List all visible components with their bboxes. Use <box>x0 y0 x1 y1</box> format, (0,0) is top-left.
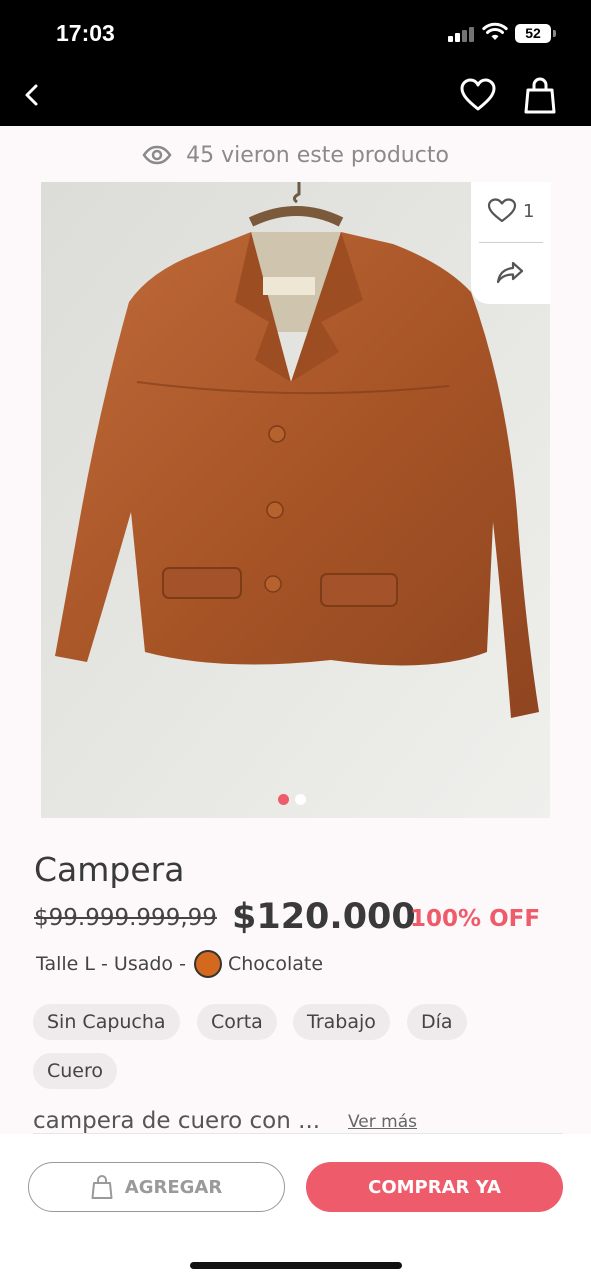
battery-indicator: 52 <box>515 24 551 43</box>
product-details: Talle L - Usado - Chocolate <box>36 950 323 978</box>
side-divider <box>479 242 543 243</box>
tag-cuero[interactable]: Cuero <box>33 1053 118 1089</box>
tag-corta[interactable]: Corta <box>197 1004 277 1040</box>
product-description: campera de cuero con ... <box>33 1108 321 1134</box>
tag-trabajo[interactable]: Trabajo <box>293 1004 390 1040</box>
eye-icon <box>142 145 172 165</box>
battery-tip <box>553 30 556 37</box>
current-price: $120.000 <box>232 897 416 937</box>
image-actions-panel: 1 <box>471 182 551 304</box>
see-more-link[interactable]: Ver más <box>348 1112 417 1132</box>
product-title: Campera <box>34 850 185 889</box>
heart-outline-icon <box>487 198 517 223</box>
tag-dia[interactable]: Día <box>407 1004 467 1040</box>
home-indicator <box>190 1262 402 1269</box>
heart-icon[interactable] <box>460 78 496 112</box>
add-to-cart-button[interactable]: AGREGAR <box>28 1162 285 1212</box>
wifi-icon <box>482 22 508 40</box>
buy-now-button[interactable]: COMPRAR YA <box>306 1162 563 1212</box>
status-time: 17:03 <box>56 20 115 46</box>
buy-now-label: COMPRAR YA <box>368 1176 501 1198</box>
top-bar: 17:03 52 <box>0 0 591 126</box>
shopping-bag-icon[interactable] <box>524 76 556 114</box>
color-name: Chocolate <box>227 953 324 975</box>
discount-badge: 100% OFF <box>410 906 541 932</box>
signal-icon <box>448 26 476 42</box>
viewers-counter: 45 vieron este producto <box>0 138 591 172</box>
viewers-text: 45 vieron este producto <box>186 142 449 168</box>
chevron-left-icon[interactable] <box>18 80 46 110</box>
original-price: $99.999.999,99 <box>34 905 217 931</box>
add-to-cart-label: AGREGAR <box>124 1176 223 1198</box>
share-icon[interactable] <box>495 260 525 286</box>
shopping-bag-icon <box>91 1175 113 1199</box>
carousel-dot[interactable] <box>295 794 306 805</box>
carousel-dot-active[interactable] <box>278 794 289 805</box>
like-button[interactable]: 1 <box>487 198 534 224</box>
size-condition: Talle L - Usado - <box>36 953 186 975</box>
color-swatch <box>193 950 222 978</box>
like-count: 1 <box>523 200 535 222</box>
carousel-dots <box>278 794 306 805</box>
tag-sin-capucha[interactable]: Sin Capucha <box>33 1004 180 1040</box>
